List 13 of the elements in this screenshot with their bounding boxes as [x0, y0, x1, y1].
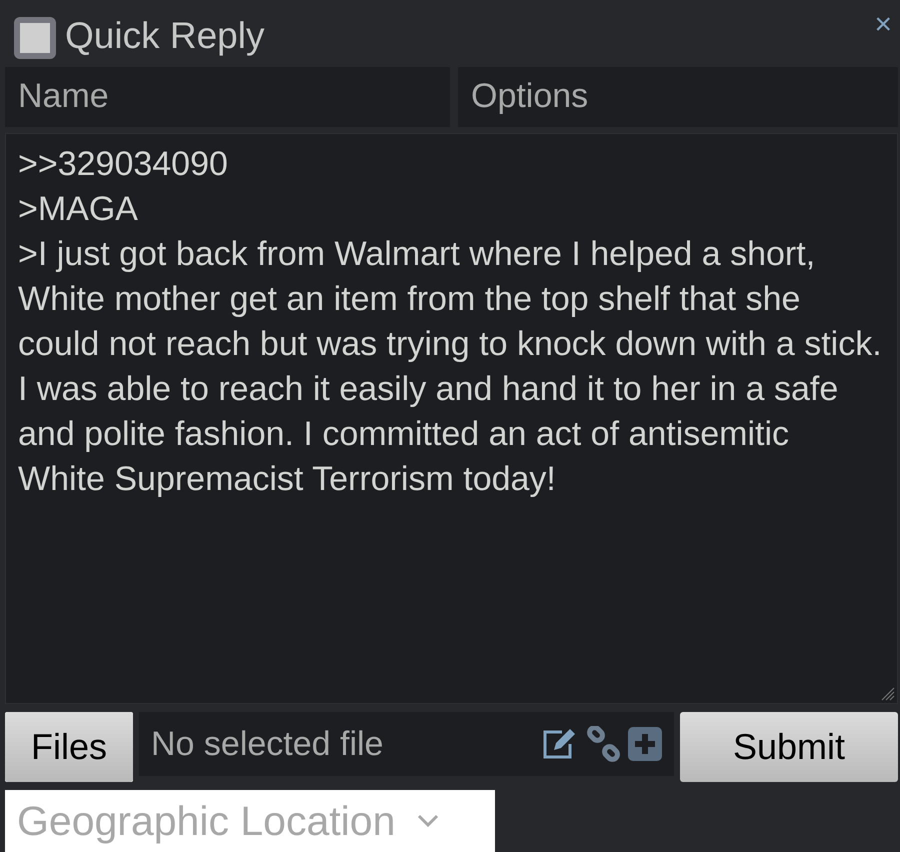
window-title: Quick Reply	[65, 15, 264, 58]
chevron-icon	[417, 814, 440, 828]
comment-field[interactable]: >>329034090 >MAGA >I just got back from Walmart where I helped a short, White mother get an item from the top shelf that she could not reach but was trying to knock down with a stick. I was able to reach it easily and hand it to her in a safe and polite fashion. I committed an act of antisemitic White Supremacist Terrorism today!	[5, 132, 898, 704]
link-icon[interactable]	[586, 726, 622, 762]
checkbox[interactable]	[14, 17, 56, 60]
file-status: No selected file	[151, 724, 384, 764]
files-button[interactable]: Files	[5, 712, 133, 782]
name-field[interactable]: Name	[5, 66, 450, 127]
options-field[interactable]: Options	[458, 66, 898, 127]
close-icon[interactable]: ×	[874, 10, 892, 40]
submit-button[interactable]: Submit	[680, 712, 898, 782]
plus-icon[interactable]	[628, 727, 662, 762]
resize-handle[interactable]	[881, 687, 895, 702]
